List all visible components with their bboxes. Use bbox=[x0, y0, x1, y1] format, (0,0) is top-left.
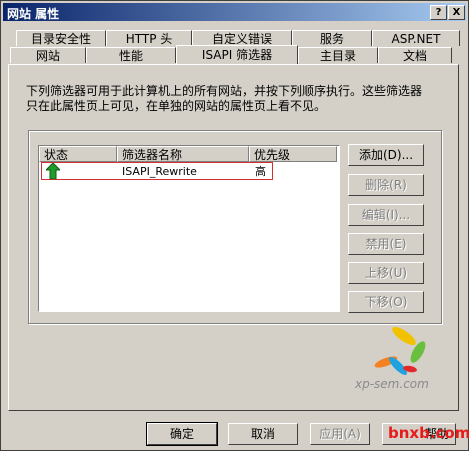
window-title: 网站 属性 bbox=[7, 7, 60, 21]
tab-aspnet[interactable]: ASP.NET bbox=[372, 30, 460, 46]
filters-list[interactable]: 状态 筛选器名称 优先级 ISAPI_Rewrite 高 bbox=[38, 145, 340, 312]
apply-button[interactable]: 应用(A) bbox=[310, 423, 370, 445]
watermark-text: xp-sem.com bbox=[355, 377, 429, 391]
remove-button[interactable]: 删除(R) bbox=[348, 174, 424, 196]
tab-service[interactable]: 服务 bbox=[292, 30, 372, 46]
edit-button[interactable]: 编辑(I)... bbox=[348, 204, 424, 226]
title-bar[interactable]: 网站 属性 ? X bbox=[3, 3, 466, 21]
tab-isapi-filters[interactable]: ISAPI 筛选器 bbox=[176, 45, 298, 64]
header-filter-name[interactable]: 筛选器名称 bbox=[117, 146, 249, 162]
close-title-button[interactable]: X bbox=[448, 5, 465, 20]
table-row[interactable]: ISAPI_Rewrite 高 bbox=[41, 162, 273, 180]
watermark-overlay-text: bnxb.com bbox=[388, 424, 469, 442]
green-up-arrow-icon bbox=[44, 162, 62, 183]
help-title-button[interactable]: ? bbox=[430, 5, 447, 20]
move-up-button[interactable]: 上移(U) bbox=[348, 262, 424, 284]
tab-website[interactable]: 网站 bbox=[10, 47, 86, 63]
tab-performance[interactable]: 性能 bbox=[86, 47, 176, 63]
disable-button[interactable]: 禁用(E) bbox=[348, 233, 424, 255]
description-text: 下列筛选器可用于此计算机上的所有网站，并按下列顺序执行。这些筛选器只在此属性页上… bbox=[26, 84, 423, 113]
cancel-button[interactable]: 取消 bbox=[228, 423, 298, 445]
tab-custom-errors[interactable]: 自定义错误 bbox=[192, 30, 292, 46]
header-priority[interactable]: 优先级 bbox=[249, 146, 337, 162]
tab-documents[interactable]: 文档 bbox=[378, 47, 452, 63]
tab-home-directory[interactable]: 主目录 bbox=[298, 47, 378, 63]
filter-name-cell: ISAPI_Rewrite bbox=[122, 165, 197, 178]
tab-directory-security[interactable]: 目录安全性 bbox=[16, 30, 106, 46]
move-down-button[interactable]: 下移(O) bbox=[348, 291, 424, 313]
ok-button[interactable]: 确定 bbox=[146, 422, 218, 446]
add-button[interactable]: 添加(D)... bbox=[348, 144, 424, 166]
filter-priority-cell: 高 bbox=[255, 165, 266, 178]
header-status[interactable]: 状态 bbox=[39, 146, 117, 162]
tab-http-headers[interactable]: HTTP 头 bbox=[106, 30, 192, 46]
